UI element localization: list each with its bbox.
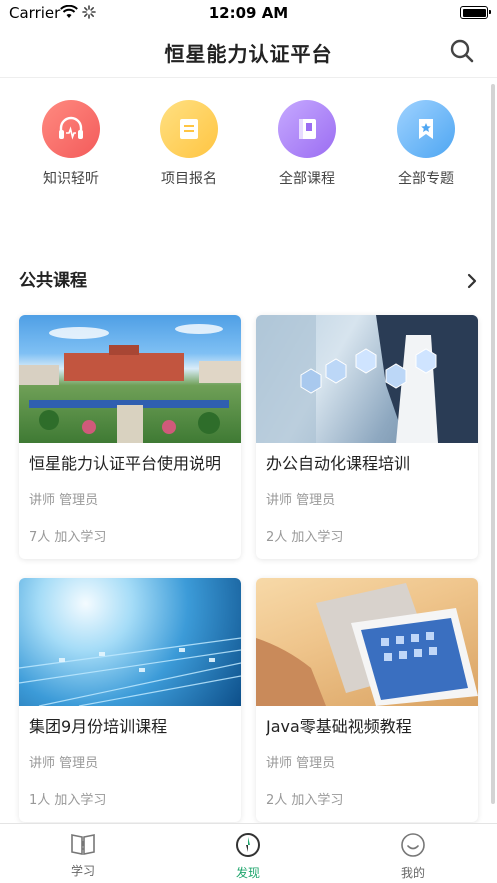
shortcut-grid: 知识轻听 项目报名 全部课程 全部专题 bbox=[0, 100, 490, 200]
section-title: 公共课程 bbox=[19, 271, 87, 291]
tab-mine[interactable]: 我的 bbox=[358, 832, 468, 881]
shortcut-all-courses[interactable]: 全部课程 bbox=[257, 100, 357, 188]
compass-icon bbox=[236, 833, 260, 857]
book-open-icon bbox=[71, 834, 95, 855]
course-joined-count: 1人 加入学习 bbox=[29, 793, 107, 808]
course-title: Java零基础视频教程 bbox=[266, 717, 412, 736]
tab-discover[interactable]: 发现 bbox=[193, 832, 303, 881]
course-teacher: 讲师 管理员 bbox=[266, 756, 336, 771]
course-card[interactable]: 集团9月份培训课程 讲师 管理员 1人 加入学习 bbox=[19, 578, 241, 822]
status-bar: Carrier 12:09 AM bbox=[0, 0, 497, 26]
nav-bar: 恒星能力认证平台 bbox=[0, 26, 497, 78]
shortcut-label: 全部课程 bbox=[279, 171, 335, 187]
public-courses-header[interactable]: 公共课程 bbox=[19, 266, 479, 296]
course-thumbnail bbox=[256, 578, 478, 706]
tab-label: 发现 bbox=[235, 866, 260, 880]
course-thumbnail bbox=[19, 315, 241, 443]
course-card[interactable]: 恒星能力认证平台使用说明 讲师 管理员 7人 加入学习 bbox=[19, 315, 241, 559]
course-card[interactable]: Java零基础视频教程 讲师 管理员 2人 加入学习 bbox=[256, 578, 478, 822]
course-joined-count: 2人 加入学习 bbox=[266, 530, 344, 545]
status-time: 12:09 AM bbox=[208, 4, 289, 22]
chevron-right-icon[interactable] bbox=[465, 272, 479, 290]
course-teacher: 讲师 管理员 bbox=[266, 493, 336, 508]
tab-label: 学习 bbox=[70, 864, 95, 878]
shortcut-all-topics[interactable]: 全部专题 bbox=[376, 100, 476, 188]
discover-content[interactable]: 知识轻听 项目报名 全部课程 全部专题 公共课程 恒星能力认证平台使用说明 讲师… bbox=[0, 78, 497, 823]
smiley-icon bbox=[401, 833, 425, 857]
shortcut-label: 项目报名 bbox=[161, 171, 217, 187]
shortcut-label: 全部专题 bbox=[398, 171, 454, 187]
tab-label: 我的 bbox=[400, 866, 425, 880]
search-icon[interactable] bbox=[449, 38, 475, 64]
headphones-icon bbox=[42, 100, 100, 158]
page-title: 恒星能力认证平台 bbox=[164, 42, 333, 66]
course-title: 办公自动化课程培训 bbox=[266, 454, 411, 473]
course-title: 集团9月份培训课程 bbox=[29, 717, 168, 736]
shortcut-project-signup[interactable]: 项目报名 bbox=[139, 100, 239, 188]
course-title: 恒星能力认证平台使用说明 bbox=[29, 454, 222, 473]
bottom-tab-bar: 学习 发现 我的 bbox=[0, 823, 497, 883]
course-joined-count: 2人 加入学习 bbox=[266, 793, 344, 808]
course-card[interactable]: 办公自动化课程培训 讲师 管理员 2人 加入学习 bbox=[256, 315, 478, 559]
course-thumbnail bbox=[256, 315, 478, 443]
shortcut-knowledge-listen[interactable]: 知识轻听 bbox=[21, 100, 121, 188]
course-joined-count: 7人 加入学习 bbox=[29, 530, 107, 545]
scrollbar[interactable] bbox=[491, 84, 495, 804]
bookmark-star-icon bbox=[397, 100, 455, 158]
shortcut-label: 知识轻听 bbox=[43, 171, 99, 187]
book-icon bbox=[278, 100, 336, 158]
course-teacher: 讲师 管理员 bbox=[29, 756, 99, 771]
course-teacher: 讲师 管理员 bbox=[29, 493, 99, 508]
battery-icon bbox=[460, 6, 491, 19]
form-icon bbox=[160, 100, 218, 158]
course-thumbnail bbox=[19, 578, 241, 706]
tab-study[interactable]: 学习 bbox=[28, 832, 138, 879]
